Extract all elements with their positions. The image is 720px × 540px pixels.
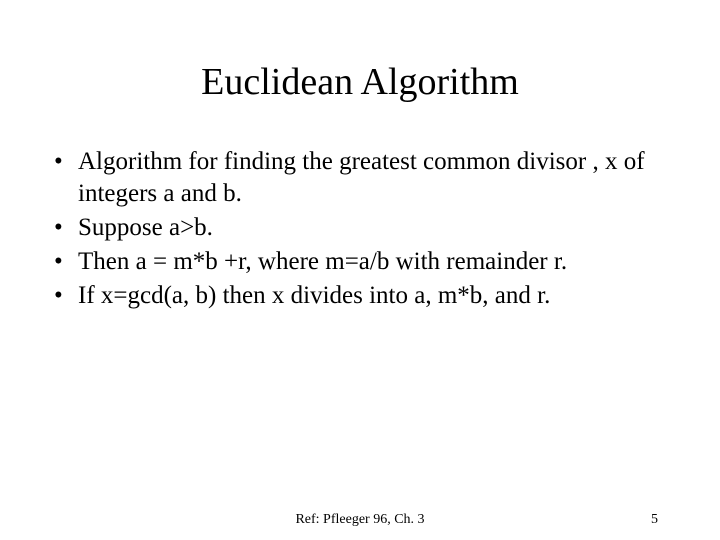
footer-page-number: 5: [651, 512, 658, 528]
footer-reference: Ref: Pfleeger 96, Ch. 3: [295, 512, 424, 528]
bullet-item: Then a = m*b +r, where m=a/b with remain…: [50, 246, 670, 278]
slide-title: Euclidean Algorithm: [50, 60, 670, 104]
bullet-item: Suppose a>b.: [50, 212, 670, 244]
bullet-item: If x=gcd(a, b) then x divides into a, m*…: [50, 280, 670, 312]
bullet-list: Algorithm for finding the greatest commo…: [50, 146, 670, 312]
slide-container: Euclidean Algorithm Algorithm for findin…: [0, 0, 720, 540]
bullet-item: Algorithm for finding the greatest commo…: [50, 146, 670, 210]
